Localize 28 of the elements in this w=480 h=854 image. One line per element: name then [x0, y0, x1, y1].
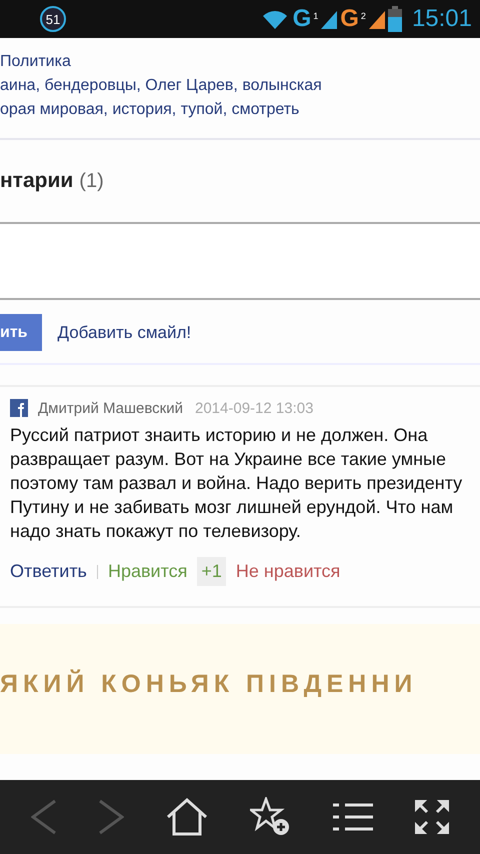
ad-headline: ЯКИЙ КОНЬЯК ПІВДЕННИ — [0, 670, 418, 698]
notification-count: 51 — [40, 6, 66, 32]
category-link[interactable]: Политика — [0, 52, 480, 72]
sim-number: 1 — [313, 11, 318, 21]
vote-score: +1 — [197, 557, 226, 586]
battery-icon — [388, 6, 402, 32]
comments-heading: нтарии — [0, 169, 74, 193]
clock: 15:01 — [412, 5, 472, 33]
submit-button[interactable]: ить — [0, 314, 42, 351]
wifi-icon — [260, 8, 289, 30]
add-smiley-link[interactable]: Добавить смайл! — [58, 322, 192, 342]
dislike-link[interactable]: Не нравится — [236, 561, 340, 582]
reply-link[interactable]: Ответить — [10, 561, 87, 582]
home-icon[interactable] — [166, 798, 208, 836]
comment-count: (1) — [79, 170, 104, 192]
sim-number: 2 — [360, 11, 366, 21]
comment-author[interactable]: Дмитрий Машевский — [38, 400, 183, 416]
comment-date: 2014-09-12 13:03 — [195, 400, 314, 416]
tags-line[interactable]: аина, бендеровцы, Олег Царев, волынская — [0, 76, 480, 96]
comment-input[interactable] — [0, 222, 480, 300]
list-icon[interactable] — [333, 803, 374, 831]
facebook-icon — [10, 399, 28, 417]
network-type: G — [340, 5, 359, 33]
star-plus-icon[interactable] — [250, 797, 292, 837]
network-type: G — [292, 5, 312, 33]
comment-text: Руссий патриот знаить историю и не должен. Она развращает разум. Вот на Украине все такие умные поэтому там развал и война. Надо верить президенту Путину и не забивать мозг лишней ерундой. Что нам надо знать покажут по телевизору. — [10, 424, 464, 543]
tags-line[interactable]: орая мировая, история, тупой, смотреть — [0, 100, 480, 120]
fullscreen-icon[interactable] — [415, 800, 450, 834]
